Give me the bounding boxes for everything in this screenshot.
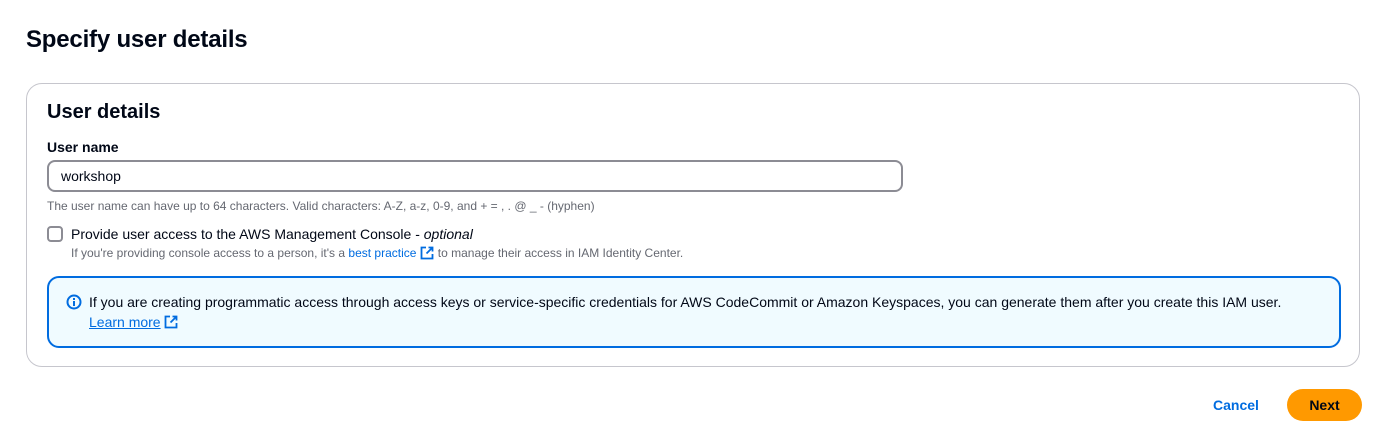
user-details-container: User details User name The user name can… <box>26 83 1360 367</box>
console-access-label[interactable]: Provide user access to the AWS Managemen… <box>71 226 473 242</box>
console-access-checkbox[interactable] <box>47 226 63 242</box>
user-name-label: User name <box>47 139 119 155</box>
optional-tag: optional <box>423 226 473 242</box>
user-name-constraint: The user name can have up to 64 characte… <box>47 199 595 213</box>
page-title: Specify user details <box>26 26 248 53</box>
console-access-label-text: Provide user access to the AWS Managemen… <box>71 226 424 242</box>
next-button[interactable]: Next <box>1287 389 1362 421</box>
learn-more-link[interactable]: Learn more <box>89 314 161 330</box>
cancel-button[interactable]: Cancel <box>1195 389 1277 421</box>
info-icon <box>66 294 82 310</box>
external-link-icon[interactable] <box>164 315 178 329</box>
info-alert: If you are creating programmatic access … <box>47 276 1341 348</box>
user-name-input[interactable] <box>47 160 903 192</box>
desc-before: If you're providing console access to a … <box>71 246 349 260</box>
console-access-description: If you're providing console access to a … <box>71 246 683 260</box>
desc-after: to manage their access in IAM Identity C… <box>434 246 684 260</box>
info-alert-text: If you are creating programmatic access … <box>89 294 1282 310</box>
best-practice-link[interactable]: best practice <box>348 246 416 260</box>
container-header: User details <box>47 101 161 123</box>
learn-more-wrapper: Learn more <box>89 314 178 330</box>
external-link-icon[interactable] <box>420 246 434 260</box>
